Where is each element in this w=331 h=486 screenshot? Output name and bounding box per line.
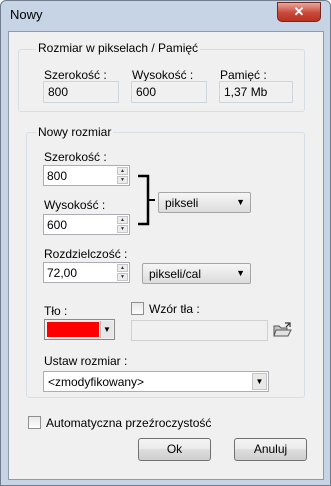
up-arrow-icon[interactable]: ▲ xyxy=(117,264,128,272)
preset-value: <zmodyfikowany> xyxy=(48,375,145,389)
memory-label: Pamięć : xyxy=(220,68,267,82)
memory-group-title: Rozmiar w pikselach / Pamięć xyxy=(36,41,201,55)
cancel-button[interactable]: Anuluj xyxy=(234,438,307,461)
down-arrow-icon[interactable]: ▼ xyxy=(117,225,128,233)
memory-value: 1,37 Mb xyxy=(219,81,293,103)
title-bar[interactable]: Nowy ✕ xyxy=(1,1,330,31)
new-height-value: 600 xyxy=(47,218,68,232)
new-size-group-title: Nowy rozmiar xyxy=(36,125,114,139)
dialog-body: Rozmiar w pikselach / Pamięć Szerokość :… xyxy=(8,31,324,480)
up-arrow-icon[interactable]: ▲ xyxy=(117,167,128,175)
memory-height-label: Wysokość : xyxy=(132,68,194,82)
memory-width-label: Szerokość : xyxy=(44,68,107,82)
up-arrow-icon[interactable]: ▲ xyxy=(117,216,128,224)
pattern-field xyxy=(131,320,268,341)
window-title: Nowy xyxy=(10,7,43,22)
open-folder-icon[interactable] xyxy=(273,322,292,338)
resolution-value: 72,00 xyxy=(47,266,78,280)
memory-height-value: 600 xyxy=(131,81,207,103)
down-arrow-icon[interactable]: ▼ xyxy=(117,273,128,281)
new-width-spinner[interactable]: 800 ▲ ▼ xyxy=(43,165,130,186)
size-unit-select[interactable]: pikseli ▼ xyxy=(158,192,251,213)
preset-label: Ustaw rozmiar : xyxy=(44,354,128,368)
preset-select[interactable]: <zmodyfikowany> ▼ xyxy=(43,371,269,392)
chevron-down-icon[interactable]: ▼ xyxy=(252,373,267,390)
pattern-label: Wzór tła : xyxy=(149,302,200,316)
new-height-label: Wysokość : xyxy=(44,198,106,212)
size-unit-value: pikseli xyxy=(165,196,199,210)
chevron-down-icon: ▼ xyxy=(236,197,245,207)
resolution-spinner[interactable]: 72,00 ▲ ▼ xyxy=(43,262,130,283)
new-width-label: Szerokość : xyxy=(44,150,107,164)
background-color-swatch xyxy=(47,322,99,337)
chevron-down-icon: ▼ xyxy=(236,268,245,278)
ok-button[interactable]: Ok xyxy=(138,438,211,461)
transparency-label: Automatyczna przeźroczystość xyxy=(46,416,212,430)
transparency-checkbox[interactable] xyxy=(28,416,41,429)
close-button[interactable]: ✕ xyxy=(277,2,321,22)
memory-width-value: 800 xyxy=(43,81,119,103)
close-icon: ✕ xyxy=(293,4,305,19)
chevron-down-icon[interactable]: ▼ xyxy=(100,321,113,338)
new-width-value: 800 xyxy=(47,169,68,183)
background-label: Tło : xyxy=(44,304,68,318)
resolution-unit-select[interactable]: pikseli/cal ▼ xyxy=(142,263,251,284)
resolution-unit-value: pikseli/cal xyxy=(149,267,202,281)
pattern-checkbox[interactable] xyxy=(131,302,144,315)
resolution-label: Rozdzielczość : xyxy=(44,247,128,261)
background-color-picker[interactable]: ▼ xyxy=(44,319,115,340)
new-height-spinner[interactable]: 600 ▲ ▼ xyxy=(43,214,130,235)
dialog-window: Nowy ✕ Rozmiar w pikselach / Pamięć Szer… xyxy=(0,0,331,486)
link-bracket-icon xyxy=(138,174,155,226)
down-arrow-icon[interactable]: ▼ xyxy=(117,176,128,184)
